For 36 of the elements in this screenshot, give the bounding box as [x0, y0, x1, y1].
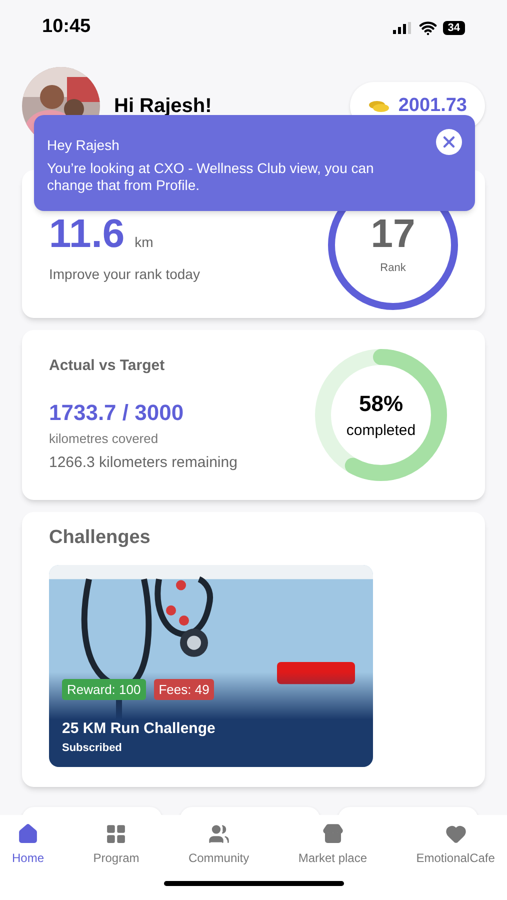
wifi-icon [418, 18, 437, 36]
progress-label: kilometres covered [49, 430, 160, 448]
nav-tab[interactable]: Program [93, 823, 140, 867]
greeting: Hi Rajesh! [114, 94, 212, 119]
close-button[interactable] [436, 129, 462, 155]
distance-unit: km [134, 233, 154, 252]
reward-tag: Reward: 100 [62, 678, 146, 700]
grid-icon [105, 823, 128, 845]
store-icon [322, 823, 344, 845]
challenge-status: Subscribed [62, 741, 123, 756]
nav-tab[interactable]: Market place [298, 823, 368, 867]
heart-icon [444, 823, 467, 845]
percent-label: completed [346, 421, 416, 442]
fees-tag: Fees: 49 [154, 678, 214, 700]
percent-value: 58% [358, 390, 404, 418]
nav-tab[interactable]: Community [188, 823, 250, 867]
tooltip-title: Hey Rajesh [47, 136, 120, 155]
distance-value: 11.6 [49, 214, 125, 254]
rank-subtitle: Improve your rank today [49, 265, 200, 284]
progress-value: 1733.7 / 3000 [49, 398, 185, 427]
remaining-text: 1266.3 kilometers remaining [49, 453, 238, 474]
card-title: Actual vs Target [49, 356, 166, 376]
nav-tab[interactable]: EmotionalCafe [416, 823, 495, 867]
home-icon [17, 823, 39, 845]
people-icon [208, 823, 230, 845]
nav-tab[interactable]: Home [12, 823, 44, 867]
rank-label: Rank [380, 260, 406, 276]
challenge-title: 25 KM Run Challenge [62, 718, 216, 738]
challenge-card[interactable]: Reward: 100 Fees: 49 25 KM Run Challenge Subscribed [49, 564, 373, 766]
tooltip-message: You’re looking at CXO - Wellness Club view, you can change that from Profile. [47, 160, 375, 194]
signal-icon [392, 22, 413, 34]
rank-value: 17 [370, 214, 416, 254]
coins-icon [368, 99, 390, 113]
section-title: Challenges [49, 526, 152, 550]
battery-icon: 34 [442, 20, 465, 34]
status-time: 10:45 [42, 15, 91, 40]
